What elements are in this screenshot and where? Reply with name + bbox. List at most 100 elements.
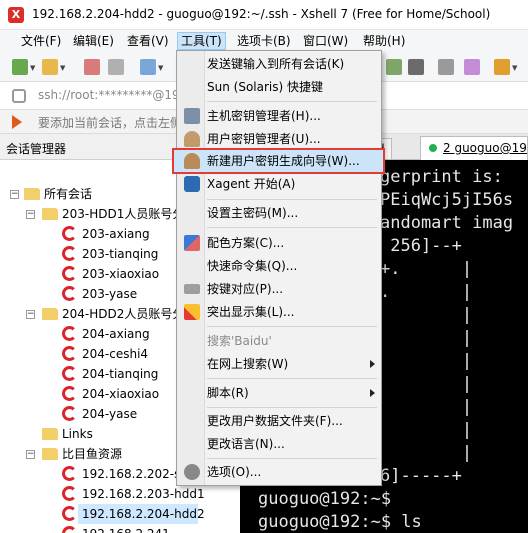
script-icon[interactable] [464,59,480,75]
chevron-down-icon[interactable]: ▼ [512,64,517,72]
tree-item-label: 204-tianqing [82,367,159,381]
tree-item-label: 203-axiang [82,227,150,241]
disconnect-icon[interactable] [84,59,100,75]
lock-icon[interactable] [408,59,424,75]
menu-key-mapping[interactable]: 按键对应(P)... [179,278,379,300]
tab-session-2[interactable]: 2 guoguo@192 [420,136,528,160]
menu-tools[interactable]: 工具(T) [177,32,226,50]
menu-change-user-data-folder[interactable]: 更改用户数据文件夹(F)... [179,410,379,432]
tree-item-session[interactable]: 192.168.2.241 [0,524,240,533]
menu-item-label: 快速命令集(Q)... [207,259,298,273]
menu-color-scheme[interactable]: 配色方案(C)... [179,232,379,254]
menu-item-label: Sun (Solaris) 快捷键 [207,80,323,94]
chevron-down-icon[interactable]: ▼ [158,64,163,72]
tree-item-label: 203-HDD1人员账号分 [62,207,185,221]
menu-host-key-manager[interactable]: 主机密钥管理者(H)... [179,105,379,127]
tree-item-label: 192.168.2.204-hdd2 [82,507,205,521]
terminal-line: 256]--+ [380,236,462,256]
menu-separator [207,227,377,228]
menu-quick-commands[interactable]: 快速命令集(Q)... [179,255,379,277]
terminal-line: | [380,328,473,348]
session-icon [62,326,77,341]
menu-change-language[interactable]: 更改语言(N)... [179,433,379,455]
terminal-line: | [380,420,473,440]
menu-edit[interactable]: 编辑(E) [70,32,117,50]
folder-icon [42,208,58,220]
keyboard-icon[interactable] [438,59,454,75]
menu-separator [207,199,377,200]
tree-item-session-selected[interactable]: 192.168.2.204-hdd2 [78,504,205,524]
collapse-icon[interactable]: − [26,310,35,319]
menu-separator [207,407,377,408]
tab-label: 2 guoguo@192 [443,141,528,155]
chevron-down-icon[interactable]: ▼ [60,64,65,72]
menu-item-label: 在网上搜索(W) [207,357,289,371]
menu-xagent-start[interactable]: Xagent 开始(A) [179,173,379,195]
terminal-line: . | [380,282,473,302]
menu-window[interactable]: 窗口(W) [300,32,351,50]
session-icon [62,486,77,501]
session-icon [62,266,77,281]
menu-search-web[interactable]: 在网上搜索(W) [179,353,379,375]
menu-tabs[interactable]: 选项卡(B) [234,32,294,50]
menu-item-label: 更改语言(N)... [207,437,285,451]
menu-item-label: 突出显示集(L)... [207,305,295,319]
tree-item-session[interactable]: 192.168.2.203-hdd1 [0,484,240,504]
chevron-down-icon[interactable]: ▼ [30,64,35,72]
menu-set-master-password[interactable]: 设置主密码(M)... [179,202,379,224]
folder-icon [42,308,58,320]
tree-item-label: 204-HDD2人员账号分 [62,307,185,321]
menu-send-keys-all[interactable]: 发送键输入到所有会话(K) [179,53,379,75]
menu-item-label: 主机密钥管理者(H)... [207,109,321,123]
terminal-line: guoguo@192:~$ ls [258,512,422,532]
menu-new-user-key-wizard[interactable]: 新建用户密钥生成向导(W)... [172,148,385,174]
menu-view[interactable]: 查看(V) [124,32,172,50]
new-tab-icon[interactable] [494,59,510,75]
terminal-line: | [380,397,473,417]
menu-separator [207,101,377,102]
menu-item-label: 配色方案(C)... [207,236,285,250]
transfer-icon[interactable] [386,59,402,75]
menu-item-label: 选项(O)... [207,465,262,479]
open-folder-icon[interactable] [42,59,58,75]
tree-item-label: 所有会话 [44,187,93,201]
menu-help[interactable]: 帮助(H) [360,32,408,50]
menu-sun-solaris-keys[interactable]: Sun (Solaris) 快捷键 [179,76,379,98]
session-icon [62,466,77,481]
session-icon [62,286,77,301]
session-icon [62,226,77,241]
menu-separator [207,326,377,327]
collapse-icon[interactable]: − [26,450,35,459]
collapse-icon[interactable]: − [10,190,19,199]
menu-options[interactable]: 选项(O)... [179,461,379,483]
collapse-icon[interactable]: − [26,210,35,219]
terminal-line: | [380,374,473,394]
menu-item-label: 搜索'Baidu' [207,334,272,348]
properties-icon[interactable] [140,59,156,75]
lock-icon [12,89,26,103]
menu-separator [207,378,377,379]
tree-item-label: 192.168.2.203-hdd1 [82,487,205,501]
menu-highlight-sets[interactable]: 突出显示集(L)... [179,301,379,323]
xagent-icon [184,176,200,192]
highlight-icon [184,304,200,320]
xshell-app-icon: X [8,7,24,23]
reconnect-icon[interactable] [108,59,124,75]
menu-script[interactable]: 脚本(R) [179,382,379,404]
tree-item-label: 203-xiaoxiao [82,267,160,281]
folder-icon [42,448,58,460]
tree-item-label: 203-yase [82,287,138,301]
session-icon [62,366,77,381]
session-icon [62,246,77,261]
menu-file[interactable]: 文件(F) [18,32,64,50]
new-session-icon[interactable] [12,59,28,75]
menu-item-label: Xagent 开始(A) [207,177,296,191]
user-key-manager-icon [184,131,200,147]
terminal-line: andomart imag [380,213,514,233]
address-input[interactable]: ssh://root:*********@192 [38,88,187,102]
menu-item-label: 用户密钥管理者(U)... [207,132,321,146]
folder-icon [24,188,40,200]
menu-user-key-manager[interactable]: 用户密钥管理者(U)... [179,128,379,150]
tree-item-label: 204-ceshi4 [82,347,149,361]
tree-item-label: 比目鱼资源 [62,447,123,461]
